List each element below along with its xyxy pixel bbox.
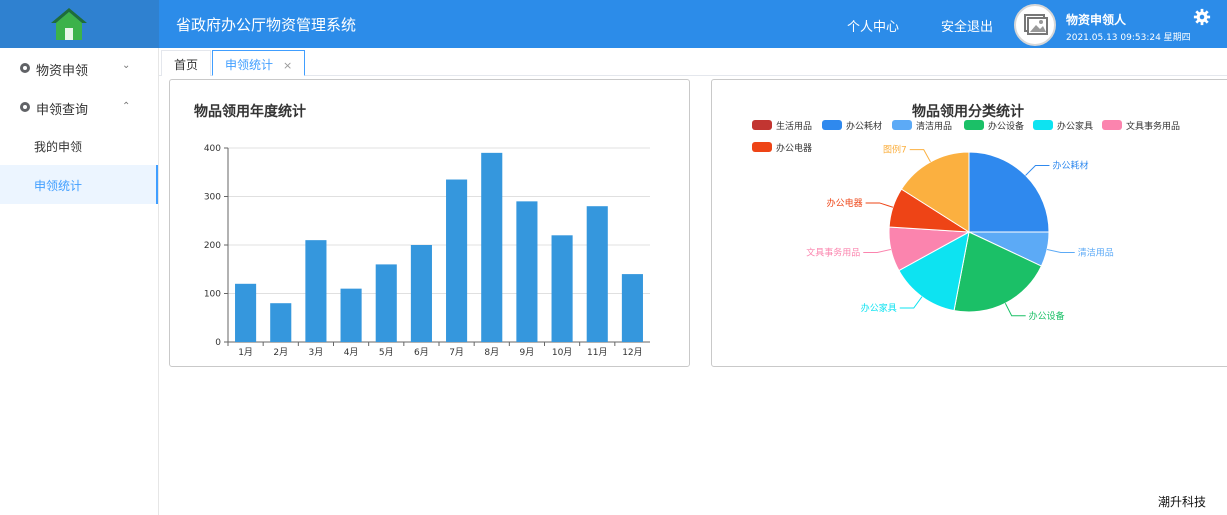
tab-request-stats[interactable]: 申领统计 ×: [212, 50, 306, 76]
y-tick-label: 300: [204, 193, 221, 203]
bar: [375, 264, 397, 342]
legend-swatch: [1102, 120, 1122, 130]
legend-swatch: [964, 120, 984, 130]
pie-label: 文具事务用品: [806, 247, 860, 259]
bar: [446, 179, 468, 342]
y-tick-label: 100: [204, 290, 221, 300]
pie-chart: 生活用品 办公耗材 清洁用品 办公设备 办公家具 文具事务用品办公电器办公耗材清洁用品办公…: [752, 120, 1180, 322]
sidebar-subitem-label: 我的申领: [34, 140, 83, 154]
pie-label-line: [909, 149, 931, 163]
x-tick-label: 1月: [238, 347, 253, 358]
pie-label-line: [863, 248, 892, 254]
legend-label: 办公家具: [1057, 120, 1093, 132]
legend-label: 清洁用品: [916, 120, 952, 132]
pie-label: 图例7: [883, 144, 907, 156]
sidebar-subitem-my-requests[interactable]: 我的申领: [0, 126, 158, 165]
x-tick-label: 10月: [552, 347, 572, 358]
bar: [410, 245, 432, 342]
pie-label-line: [1004, 303, 1026, 317]
annual-usage-card: 物品领用年度统计 0 100 200 300 400 1月 2月 3月 4月 5月 6月 7月 8月 9月…: [169, 79, 690, 367]
tab-label: 申领统计: [225, 58, 274, 72]
current-datetime: 2021.05.13 09:53:24 星期四: [1066, 33, 1191, 43]
legend-label: 办公设备: [988, 120, 1024, 132]
chevron-down-icon: ⌄: [122, 60, 131, 71]
category-usage-card: 物品领用分类统计 生活用品 办公耗材 清洁用品 办公设备 办公家具 文具事务用品 办公电器办…: [711, 79, 1227, 367]
bar-chart: 0 100 200 300 400 1月 2月 3月 4月 5月 6月 7月 8月 9月 10月 11月 12月: [204, 144, 650, 358]
x-tick-label: 8月: [484, 347, 499, 358]
top-header: 省政府办公厅物资管理系统 个人中心 安全退出 物资申领人 2021.05.13 …: [0, 0, 1227, 48]
app-title: 省政府办公厅物资管理系统: [176, 16, 357, 34]
legend-swatch: [892, 120, 912, 130]
pie-label-line: [899, 296, 923, 309]
x-tick-label: 2月: [273, 347, 288, 358]
pie-label: 办公设备: [1029, 310, 1065, 322]
gear-icon[interactable]: [1193, 8, 1211, 26]
legend-label: 办公电器: [776, 142, 812, 154]
image-placeholder-icon: [1024, 14, 1048, 35]
x-tick-label: 12月: [622, 347, 642, 358]
sidebar: 物资申领 ⌄ 申领查询 ⌃ 我的申领 申领统计: [0, 48, 159, 515]
x-tick-label: 3月: [309, 347, 324, 358]
bar: [340, 288, 362, 342]
bar: [551, 235, 573, 342]
user-name: 物资申领人: [1066, 13, 1127, 27]
tab-label: 首页: [174, 58, 199, 72]
legend-swatch: [822, 120, 842, 130]
legend-swatch: [1033, 120, 1053, 130]
sidebar-item-label: 物资申领: [36, 64, 89, 79]
tab-bar: 首页 申领统计 ×: [159, 48, 1227, 76]
sidebar-item-request-query[interactable]: 申领查询 ⌃: [0, 87, 158, 126]
bar: [305, 240, 327, 342]
pie-slice: [968, 151, 1050, 233]
bar: [586, 206, 608, 342]
footer-brand: 潮升科技: [1158, 495, 1207, 509]
close-icon[interactable]: ×: [283, 59, 292, 72]
x-tick-label: 7月: [449, 347, 464, 358]
pie-label-line: [1025, 165, 1050, 176]
x-tick-label: 4月: [344, 347, 359, 358]
pie-label: 办公电器: [827, 197, 863, 209]
bar: [516, 201, 538, 342]
pie-label: 办公耗材: [1052, 160, 1088, 172]
x-tick-label: 11月: [587, 347, 607, 358]
home-icon: [51, 8, 87, 40]
avatar[interactable]: [1014, 4, 1056, 46]
sidebar-subitem-request-stats[interactable]: 申领统计: [0, 165, 158, 204]
legend-label: 办公耗材: [846, 120, 882, 132]
x-tick-label: 5月: [379, 347, 394, 358]
x-tick-label: 9月: [520, 347, 535, 358]
sidebar-item-supply-request[interactable]: 物资申领 ⌄: [0, 48, 158, 87]
dot-icon: [20, 63, 30, 73]
pie-label-line: [865, 202, 894, 208]
pie-label: 清洁用品: [1078, 247, 1114, 259]
tab-home[interactable]: 首页: [161, 50, 212, 76]
bar: [270, 303, 292, 342]
bar: [621, 274, 643, 342]
legend-swatch: [752, 120, 772, 130]
chevron-up-icon: ⌃: [122, 101, 131, 112]
y-tick-label: 0: [215, 338, 221, 348]
y-tick-label: 200: [204, 241, 221, 251]
bar: [481, 152, 503, 342]
x-tick-label: 6月: [414, 347, 429, 358]
logout-link[interactable]: 安全退出: [941, 16, 993, 35]
legend-label: 生活用品: [776, 120, 812, 132]
sidebar-item-label: 申领查询: [36, 103, 89, 118]
legend-label: 文具事务用品: [1126, 120, 1180, 132]
dot-icon: [20, 102, 30, 112]
pie-label-line: [1046, 248, 1075, 254]
logo-area[interactable]: [0, 0, 159, 48]
legend-swatch: [752, 142, 772, 152]
y-tick-label: 400: [204, 144, 221, 154]
pie-label: 办公家具: [861, 302, 897, 314]
personal-center-link[interactable]: 个人中心: [847, 16, 899, 35]
sidebar-subitem-label: 申领统计: [34, 179, 83, 193]
bar: [235, 283, 257, 342]
